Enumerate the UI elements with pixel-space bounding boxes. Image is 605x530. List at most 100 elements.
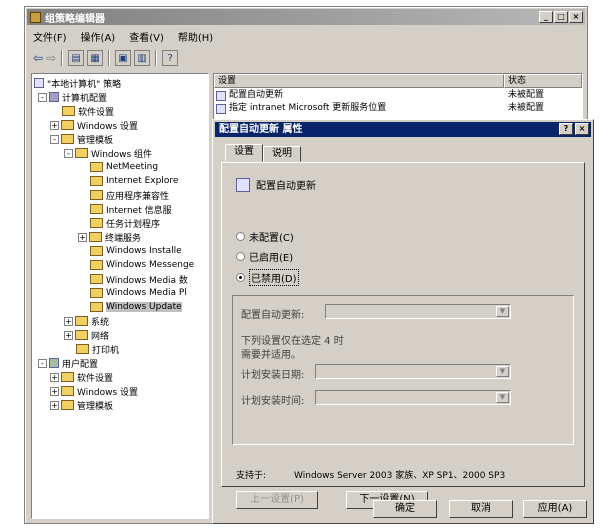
folder-icon — [90, 260, 103, 270]
minimize-button[interactable]: _ — [539, 11, 553, 23]
tree-user-admin[interactable]: + 管理模板 — [50, 398, 113, 412]
tree-component[interactable]: + 终端服务 — [78, 230, 141, 244]
menu-action[interactable]: 操作(A) — [81, 29, 116, 44]
schedule-time-dropdown[interactable]: ▼ — [315, 390, 511, 405]
collapse-icon[interactable]: - — [38, 92, 47, 102]
tree-component[interactable]: 任务计划程序 — [90, 216, 160, 230]
up-folder-icon[interactable]: ▤ — [68, 50, 85, 66]
collapse-icon[interactable]: - — [64, 148, 73, 158]
window-title: 组策略编辑器 — [45, 13, 105, 25]
setting-icon — [216, 103, 226, 114]
tree-system[interactable]: + 系统 — [64, 314, 109, 328]
expand-icon[interactable]: + — [78, 232, 87, 242]
supported-value: Windows Server 2003 家族、XP SP1、2000 SP3 — [294, 471, 506, 481]
expand-icon[interactable]: + — [50, 386, 59, 396]
tree-component[interactable]: 应用程序兼容性 — [90, 188, 169, 202]
list-row[interactable]: 指定 intranet Microsoft 更新服务位置 未被配置 — [214, 102, 582, 115]
help-icon[interactable]: ? — [162, 50, 179, 66]
tree-component[interactable]: NetMeeting — [90, 160, 158, 174]
dialog-help-button[interactable]: ? — [559, 123, 573, 135]
radio-circle[interactable] — [236, 252, 245, 261]
tree-admin-templates[interactable]: - 管理模板 — [50, 132, 113, 146]
menu-help[interactable]: 帮助(H) — [178, 29, 213, 44]
maximize-button[interactable]: □ — [554, 11, 568, 23]
chevron-down-icon[interactable]: ▼ — [496, 366, 509, 377]
setting-heading: 配置自动更新 — [236, 177, 316, 192]
radio-disabled[interactable]: 已禁用(D) — [236, 269, 299, 286]
expand-icon[interactable]: + — [50, 372, 59, 382]
expand-icon[interactable]: + — [64, 316, 73, 326]
column-header-setting[interactable]: 设置 — [214, 74, 504, 88]
toolbar-separator — [108, 50, 111, 66]
tree-component[interactable]: Internet 信息服 — [90, 202, 172, 216]
collapse-icon[interactable]: - — [38, 358, 47, 368]
tree-component[interactable]: Windows Installe — [90, 244, 182, 258]
tree-windows-update[interactable]: Windows Update — [90, 300, 182, 314]
previous-setting-button[interactable]: 上一设置(P) — [236, 491, 318, 509]
folder-icon — [90, 288, 103, 298]
folder-icon — [90, 246, 103, 256]
tree-windows-components[interactable]: - Windows 组件 — [64, 146, 152, 160]
main-titlebar[interactable]: 组策略编辑器 _ □ × — [27, 9, 585, 25]
toolbar-separator — [155, 50, 158, 66]
options-group: 配置自动更新: ▼ 下列设置仅在选定 4 时 需要并适用。 计划安装日期: ▼ … — [232, 295, 574, 445]
folder-icon — [61, 400, 74, 410]
tree-pane[interactable]: "本地计算机" 策略 - 计算机配置 软件设置 + Windows 设置 - 管… — [31, 73, 209, 519]
expand-icon[interactable]: + — [50, 120, 59, 130]
list-row[interactable]: 配置自动更新 未被配置 — [214, 89, 582, 102]
menu-file[interactable]: 文件(F) — [33, 29, 67, 44]
back-icon[interactable]: ⇦ — [33, 51, 43, 65]
tree-user-config[interactable]: - 用户配置 — [38, 356, 98, 370]
folder-icon — [90, 218, 103, 228]
dialog-tabs: 设置 说明 — [225, 144, 301, 162]
configure-dropdown[interactable]: ▼ — [325, 304, 511, 319]
tree-user-windows[interactable]: + Windows 设置 — [50, 384, 138, 398]
radio-enabled[interactable]: 已启用(E) — [236, 249, 293, 264]
tree-windows-settings[interactable]: + Windows 设置 — [50, 118, 138, 132]
tab-explain[interactable]: 说明 — [263, 146, 301, 162]
schedule-day-dropdown[interactable]: ▼ — [315, 364, 511, 379]
apply-button[interactable]: 应用(A) — [523, 500, 587, 518]
note-line-2: 需要并适用。 — [241, 350, 301, 361]
tree-root[interactable]: "本地计算机" 策略 — [34, 76, 121, 90]
dialog-titlebar[interactable]: 配置自动更新 属性 ? × — [215, 122, 591, 137]
cancel-button[interactable]: 取消 — [449, 500, 513, 518]
ok-button[interactable]: 确定 — [373, 500, 437, 518]
collapse-icon[interactable]: - — [50, 134, 59, 144]
tree-network[interactable]: + 网络 — [64, 328, 109, 342]
chevron-down-icon[interactable]: ▼ — [496, 392, 509, 403]
forward-icon[interactable]: ⇨ — [46, 51, 56, 65]
schedule-day-label: 计划安装日期: — [241, 370, 305, 381]
schedule-time-label: 计划安装时间: — [241, 396, 305, 407]
toolbar-separator — [61, 50, 64, 66]
folder-icon — [76, 344, 89, 354]
expand-icon[interactable]: + — [64, 330, 73, 340]
export-icon[interactable]: ▥ — [134, 50, 151, 66]
tree-printers[interactable]: 打印机 — [76, 342, 119, 356]
radio-circle-selected[interactable] — [236, 273, 245, 282]
tree-software-settings[interactable]: 软件设置 — [62, 104, 114, 118]
folder-icon — [90, 302, 103, 312]
tree-component[interactable]: Windows Messenge — [90, 258, 194, 272]
column-header-state[interactable]: 状态 — [504, 74, 582, 88]
dialog-close-button[interactable]: × — [575, 123, 589, 135]
supported-on: 支持于: Windows Server 2003 家族、XP SP1、2000 … — [236, 468, 505, 481]
setting-icon — [216, 90, 226, 101]
tree-component[interactable]: Internet Explore — [90, 174, 178, 188]
radio-circle[interactable] — [236, 232, 245, 241]
folder-icon — [90, 176, 103, 186]
tab-setting[interactable]: 设置 — [225, 144, 263, 162]
menu-bar: 文件(F) 操作(A) 查看(V) 帮助(H) — [29, 28, 213, 44]
folder-icon — [61, 120, 74, 130]
tree-user-software[interactable]: + 软件设置 — [50, 370, 113, 384]
close-button[interactable]: × — [569, 11, 583, 23]
chevron-down-icon[interactable]: ▼ — [496, 306, 509, 317]
expand-icon[interactable]: + — [50, 400, 59, 410]
show-tree-icon[interactable]: ▦ — [87, 50, 104, 66]
tree-computer-config[interactable]: - 计算机配置 — [38, 90, 107, 104]
radio-not-configured[interactable]: 未配置(C) — [236, 229, 294, 244]
menu-view[interactable]: 查看(V) — [129, 29, 164, 44]
tree-component[interactable]: Windows Media 数 — [90, 272, 188, 286]
properties-icon[interactable]: ▣ — [115, 50, 132, 66]
tree-component[interactable]: Windows Media Pl — [90, 286, 187, 300]
